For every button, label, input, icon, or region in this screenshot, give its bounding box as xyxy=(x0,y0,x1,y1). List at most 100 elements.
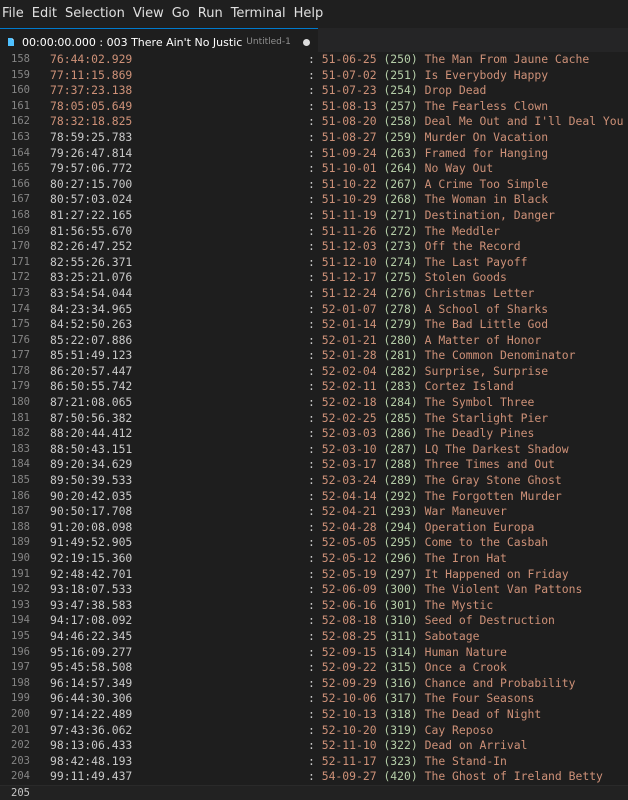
line-number: 200 xyxy=(11,707,30,720)
episode-title: The Deadly Pines xyxy=(424,426,535,441)
separator: : xyxy=(308,582,322,597)
episode-info: : 51-10-01 (264) No Way Out xyxy=(308,161,493,177)
line-number: 158 xyxy=(11,53,30,65)
separator: : xyxy=(308,348,322,363)
episode-title: Sabotage xyxy=(424,628,480,643)
menu-view[interactable]: View xyxy=(131,0,170,28)
air-date: 52-01-07 xyxy=(321,301,377,316)
menu-terminal[interactable]: Terminal xyxy=(229,0,292,28)
episode-title: Off the Record xyxy=(424,239,521,254)
editor-line[interactable]: 171 82:55:26.371: 51-12-10 (274) The Last… xyxy=(0,255,628,271)
episode-number: (282) xyxy=(383,363,418,378)
editor-line[interactable]: 172 83:25:21.076: 51-12-17 (275) Stolen G… xyxy=(0,270,628,286)
editor-line[interactable]: 179 86:50:55.742: 52-02-11 (283) Cortez I… xyxy=(0,379,628,395)
editor-line[interactable]: 175 84:52:50.263: 52-01-14 (279) The Bad … xyxy=(0,317,628,333)
editor-line[interactable]: 184 89:20:34.629: 52-03-17 (288) Three Ti… xyxy=(0,457,628,473)
timestamp: 95:16:09.277 xyxy=(50,644,133,659)
tab-untitled-1[interactable]: 00:00:00.000 : 003 There Ain't No Justic… xyxy=(0,28,318,55)
episode-number: (322) xyxy=(383,738,418,753)
editor-line[interactable]: 195 94:46:22.345: 52-08-25 (311) Sabotage xyxy=(0,629,628,645)
air-date: 52-02-04 xyxy=(321,363,377,378)
separator: : xyxy=(308,691,322,706)
menu-selection[interactable]: Selection xyxy=(63,0,131,28)
air-date: 52-04-28 xyxy=(321,519,377,534)
editor-line[interactable]: 168 81:27:22.165: 51-11-19 (271) Destinat… xyxy=(0,208,628,224)
editor-line[interactable]: 182 88:20:44.412: 52-03-03 (286) The Dead… xyxy=(0,426,628,442)
episode-title: The Last Payoff xyxy=(424,254,528,269)
timestamp: 79:57:06.772 xyxy=(50,161,133,176)
episode-info: : 52-03-24 (289) The Gray Stone Ghost xyxy=(308,473,562,489)
air-date: 51-07-23 xyxy=(321,83,377,98)
editor-line[interactable]: 201 97:43:36.062: 52-10-20 (319) Cay Repo… xyxy=(0,723,628,739)
air-date: 52-10-20 xyxy=(321,722,377,737)
editor-line[interactable]: 160 77:37:23.138: 51-07-23 (254) Drop Dea… xyxy=(0,83,628,99)
editor-line[interactable]: 169 81:56:55.670: 51-11-26 (272) The Medd… xyxy=(0,224,628,240)
editor-line[interactable]: 159 77:11:15.869: 51-07-02 (251) Is Every… xyxy=(0,68,628,84)
episode-number: (316) xyxy=(383,675,418,690)
separator: : xyxy=(308,410,322,425)
editor-line[interactable]: 161 78:05:05.649: 51-08-13 (257) The Fear… xyxy=(0,99,628,115)
episode-info: : 52-04-28 (294) Operation Europa xyxy=(308,520,534,536)
air-date: 51-11-26 xyxy=(321,223,377,238)
editor-line[interactable]: 198 96:14:57.349: 52-09-29 (316) Chance a… xyxy=(0,676,628,692)
editor-line[interactable]: 203 98:42:48.193: 52-11-17 (323) The Stan… xyxy=(0,754,628,770)
timestamp: 78:59:25.783 xyxy=(50,129,133,144)
editor-line[interactable]: 189 91:49:52.905: 52-05-05 (295) Come to … xyxy=(0,535,628,551)
episode-number: (315) xyxy=(383,660,418,675)
editor-line[interactable]: 186 90:20:42.035: 52-04-14 (292) The Forg… xyxy=(0,489,628,505)
editor-line[interactable]: 176 85:22:07.886: 52-01-21 (280) A Matter… xyxy=(0,333,628,349)
editor-line[interactable]: 190 92:19:15.360: 52-05-12 (296) The Iron… xyxy=(0,551,628,567)
editor-line[interactable]: 196 95:16:09.277: 52-09-15 (314) Human Na… xyxy=(0,645,628,661)
editor-line[interactable]: 187 90:50:17.708: 52-04-21 (293) War Mane… xyxy=(0,504,628,520)
separator: : xyxy=(308,67,322,82)
editor-line[interactable]: 183 88:50:43.151: 52-03-10 (287) LQ The D… xyxy=(0,442,628,458)
editor[interactable]: 158 76:44:02.929: 51-06-25 (250) The Man … xyxy=(0,52,628,800)
editor-line[interactable]: 204 99:11:49.437: 54-09-27 (420) The Ghos… xyxy=(0,769,628,785)
unsaved-dot-icon[interactable] xyxy=(302,38,310,46)
menu-file[interactable]: File xyxy=(0,0,30,28)
editor-line[interactable]: 197 95:45:58.508: 52-09-22 (315) Once a C… xyxy=(0,660,628,676)
menu-help[interactable]: Help xyxy=(292,0,330,28)
menu-edit[interactable]: Edit xyxy=(30,0,63,28)
editor-line[interactable]: 181 87:50:56.382: 52-02-25 (285) The Star… xyxy=(0,411,628,427)
editor-line[interactable]: 167 80:57:03.024: 51-10-29 (268) The Woma… xyxy=(0,192,628,208)
editor-line[interactable]: 173 83:54:54.044: 51-12-24 (276) Christma… xyxy=(0,286,628,302)
editor-line[interactable]: 191 92:48:42.701: 52-05-19 (297) It Happe… xyxy=(0,567,628,583)
timestamp: 83:54:54.044 xyxy=(50,285,133,300)
editor-line[interactable]: 164 79:26:47.814: 51-09-24 (263) Framed f… xyxy=(0,146,628,162)
editor-line[interactable]: 162 78:32:18.825: 51-08-20 (258) Deal Me … xyxy=(0,114,628,130)
separator: : xyxy=(308,426,322,441)
episode-info: : 52-03-03 (286) The Deadly Pines xyxy=(308,426,534,442)
editor-line[interactable]: 193 93:47:38.583: 52-06-16 (301) The Myst… xyxy=(0,598,628,614)
separator: : xyxy=(308,207,322,222)
episode-title: The Common Denominator xyxy=(424,348,576,363)
editor-line[interactable]: 174 84:23:34.965: 52-01-07 (278) A School… xyxy=(0,302,628,318)
episode-info: : 52-04-14 (292) The Forgotten Murder xyxy=(308,489,562,505)
editor-line[interactable]: 205 xyxy=(0,784,628,800)
editor-line[interactable]: 194 94:17:08.092: 52-08-18 (310) Seed of … xyxy=(0,613,628,629)
menu-run[interactable]: Run xyxy=(196,0,229,28)
editor-line[interactable]: 200 97:14:22.489: 52-10-13 (318) The Dead… xyxy=(0,707,628,723)
editor-line[interactable]: 163 78:59:25.783: 51-08-27 (259) Murder O… xyxy=(0,130,628,146)
episode-info: : 52-02-11 (283) Cortez Island xyxy=(308,379,514,395)
timestamp: 89:20:34.629 xyxy=(50,457,133,472)
editor-line[interactable]: 192 93:18:07.533: 52-06-09 (300) The Viol… xyxy=(0,582,628,598)
editor-line[interactable]: 165 79:57:06.772: 51-10-01 (264) No Way O… xyxy=(0,161,628,177)
editor-line[interactable]: 177 85:51:49.123: 52-01-28 (281) The Comm… xyxy=(0,348,628,364)
editor-line[interactable]: 188 91:20:08.098: 52-04-28 (294) Operatio… xyxy=(0,520,628,536)
menu-go[interactable]: Go xyxy=(170,0,196,28)
menu-bar: File Edit Selection View Go Run Terminal Help xyxy=(0,0,628,28)
editor-line[interactable]: 180 87:21:08.065: 52-02-18 (284) The Symb… xyxy=(0,395,628,411)
editor-line[interactable]: 178 86:20:57.447: 52-02-04 (282) Surprise… xyxy=(0,364,628,380)
air-date: 52-05-05 xyxy=(321,535,377,550)
editor-line[interactable]: 158 76:44:02.929: 51-06-25 (250) The Man … xyxy=(0,52,628,68)
editor-line[interactable]: 170 82:26:47.252: 51-12-03 (273) Off the … xyxy=(0,239,628,255)
episode-info: : 52-03-10 (287) LQ The Darkest Shadow xyxy=(308,442,569,458)
editor-line[interactable]: 185 89:50:39.533: 52-03-24 (289) The Gray… xyxy=(0,473,628,489)
line-number: 204 xyxy=(11,770,30,783)
separator: : xyxy=(308,98,322,113)
editor-line[interactable]: 199 96:44:30.306: 52-10-06 (317) The Four… xyxy=(0,691,628,707)
editor-line[interactable]: 166 80:27:15.700: 51-10-22 (267) A Crime … xyxy=(0,177,628,193)
timestamp: 91:20:08.098 xyxy=(50,519,133,534)
editor-line[interactable]: 202 98:13:06.433: 52-11-10 (322) Dead on … xyxy=(0,738,628,754)
